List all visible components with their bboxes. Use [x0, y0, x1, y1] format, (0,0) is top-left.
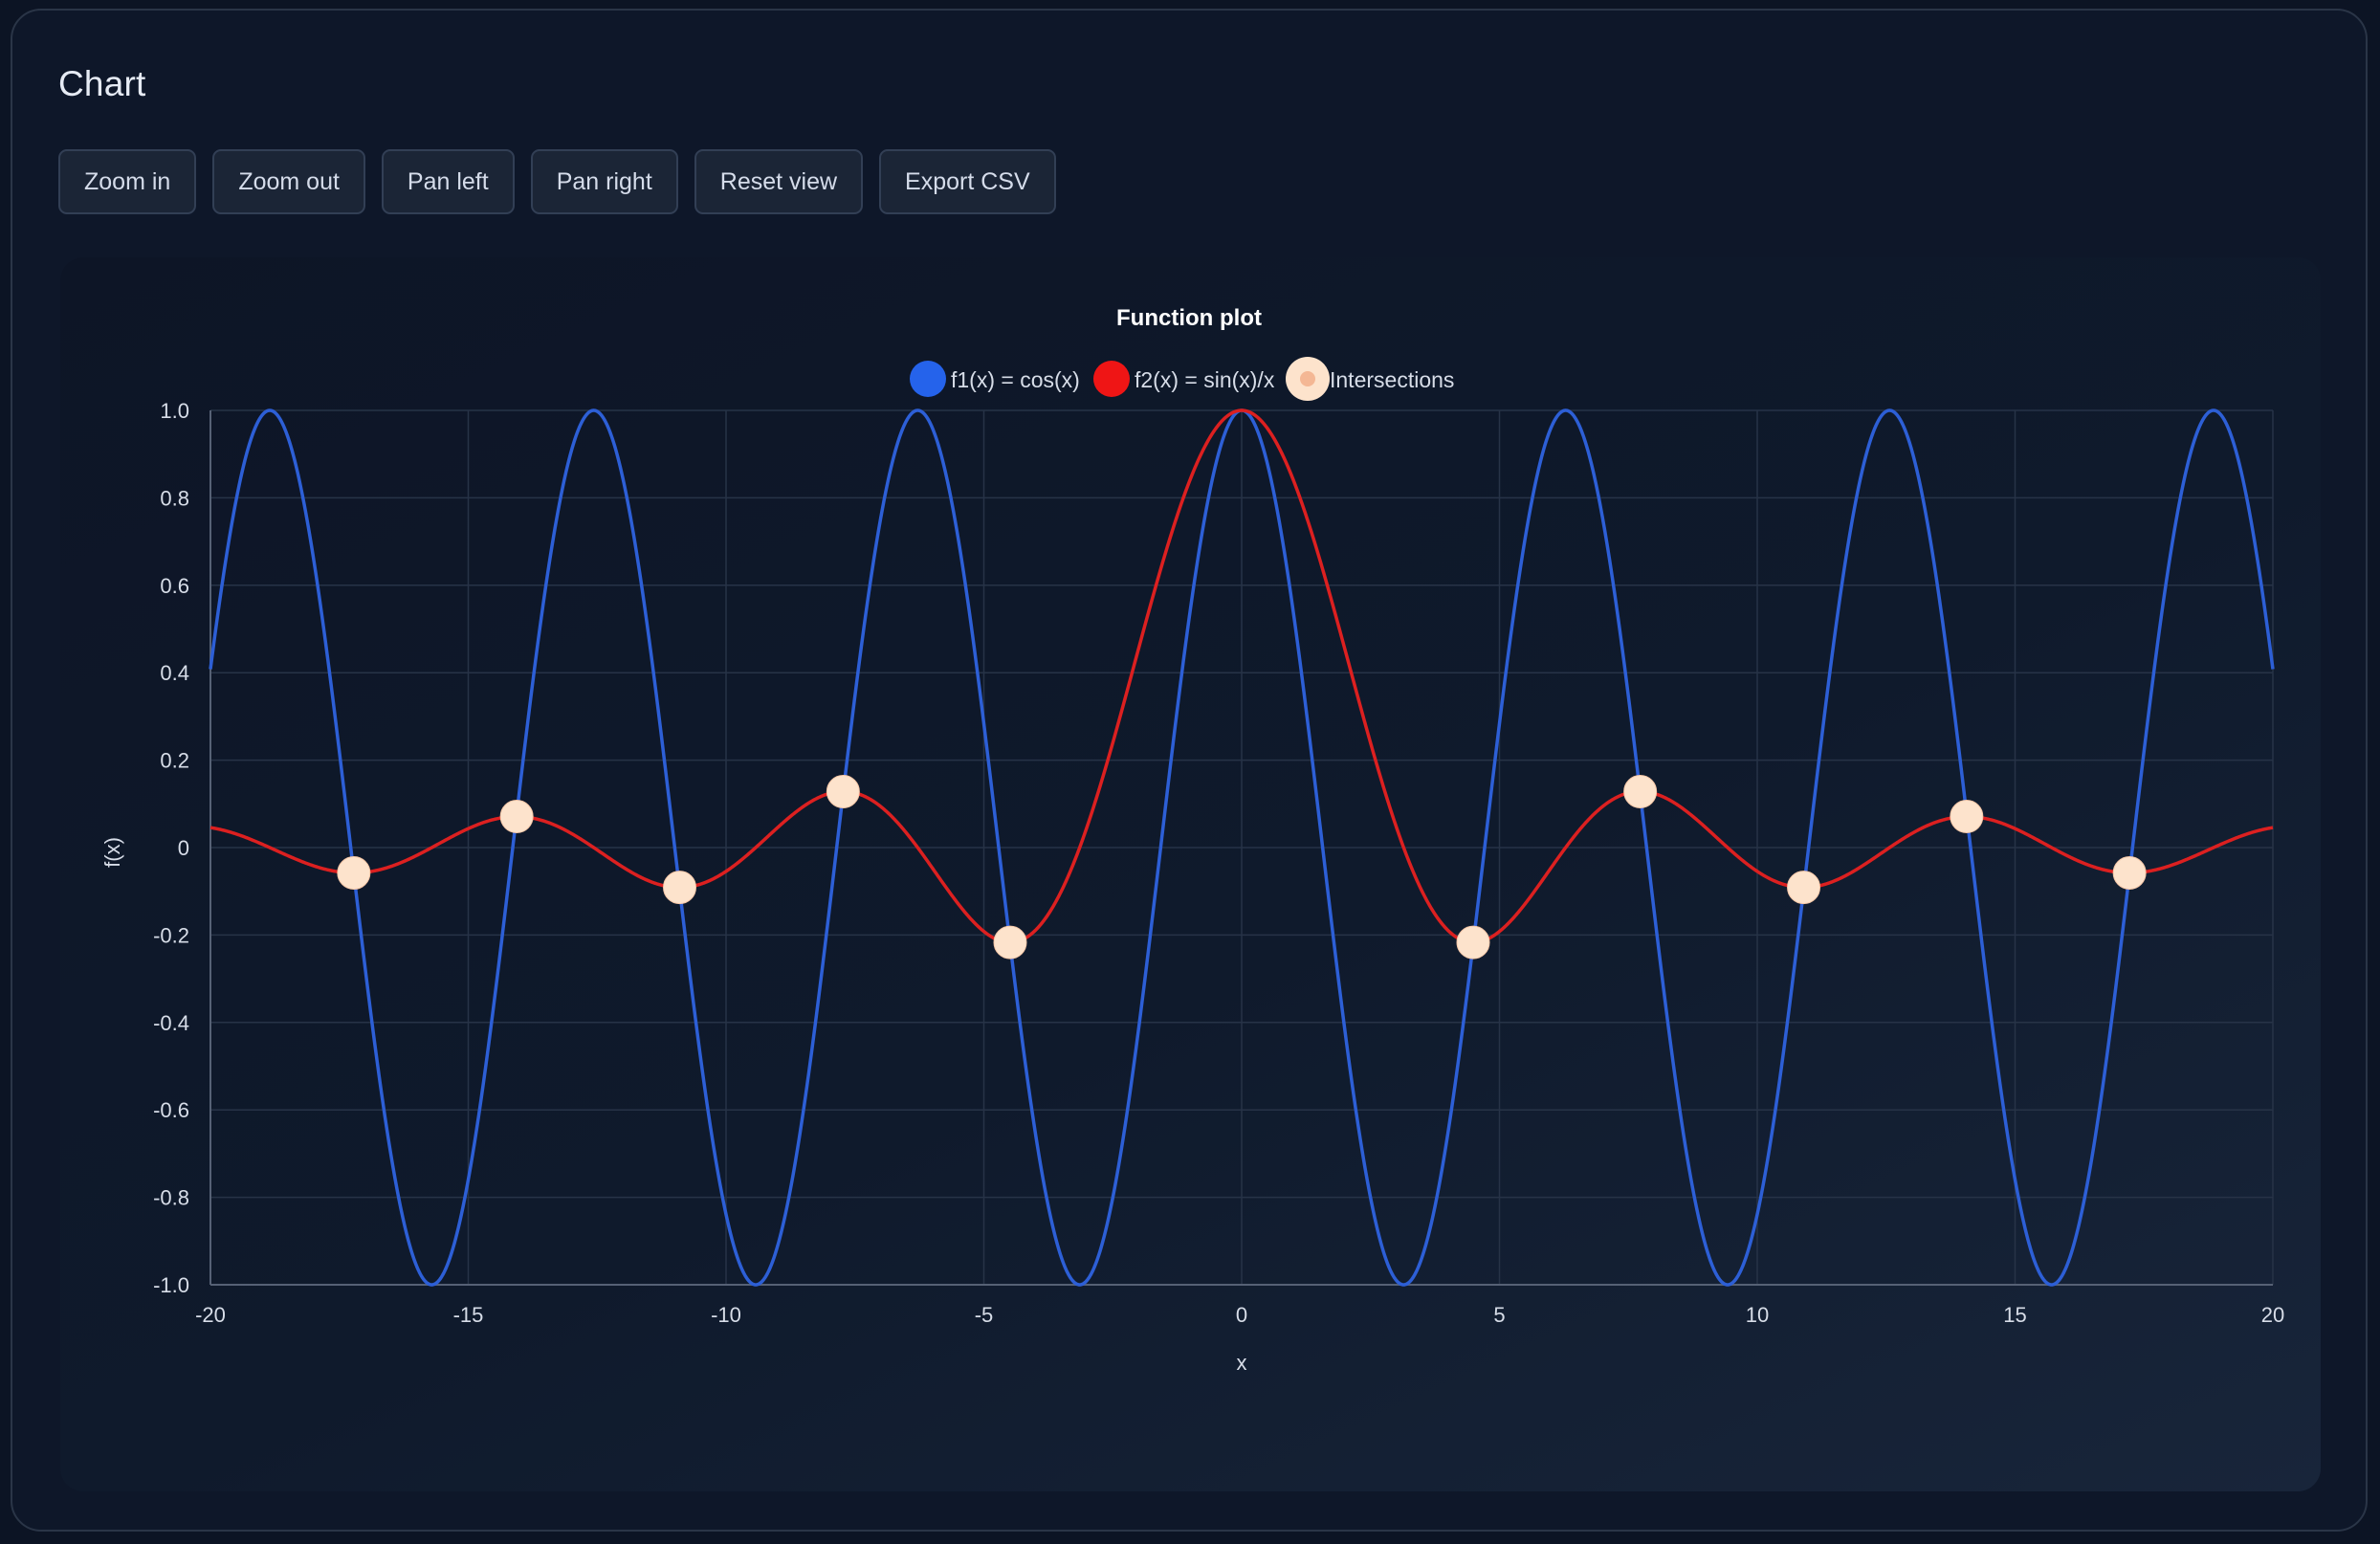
y-tick-label: 0.2	[160, 749, 189, 773]
intersection-point[interactable]	[826, 775, 860, 809]
y-tick-label: -0.4	[153, 1011, 189, 1035]
intersection-point[interactable]	[1456, 925, 1490, 959]
legend-item-f1[interactable]: f1(x) = cos(x)	[910, 361, 1080, 397]
y-tick-label: -0.2	[153, 923, 189, 947]
x-tick-label: -5	[975, 1303, 994, 1327]
x-tick-label: -10	[711, 1303, 741, 1327]
function-plot-chart: Function plot f1(x) = cos(x) f2(x) = sin…	[100, 305, 2284, 1375]
y-tick-label: 0.8	[160, 486, 189, 510]
export-csv-button[interactable]: Export CSV	[879, 149, 1056, 214]
intersection-point[interactable]	[662, 871, 696, 905]
x-tick-label: 15	[2003, 1303, 2026, 1327]
x-tick-label: -15	[453, 1303, 484, 1327]
x-axis-ticks: -20 -15 -10 -5 0 5 10 15 20	[195, 1303, 2284, 1327]
x-tick-label: 5	[1493, 1303, 1505, 1327]
intersection-point[interactable]	[499, 800, 534, 834]
chart-toolbar: Zoom in Zoom out Pan left Pan right Rese…	[58, 149, 1056, 214]
legend-label-f2: f2(x) = sin(x)/x	[1135, 367, 1275, 392]
intersection-point[interactable]	[337, 856, 371, 891]
intersection-point[interactable]	[1950, 800, 1984, 834]
legend-swatch-f1	[910, 361, 946, 397]
y-axis-label: f(x)	[100, 837, 124, 868]
chart-title: Function plot	[1116, 305, 1262, 331]
y-axis-ticks: 1.0 0.8 0.6 0.4 0.2 0 -0.2 -0.4 -0.6 -0.8 -1.0	[153, 399, 189, 1297]
chart-container: Function plot f1(x) = cos(x) f2(x) = sin…	[60, 257, 2321, 1491]
legend-swatch-intersections-dot	[1300, 371, 1315, 386]
x-tick-label: 20	[2261, 1303, 2284, 1327]
intersection-point[interactable]	[1787, 871, 1821, 905]
grid-lines	[209, 409, 2274, 1286]
intersection-point[interactable]	[2112, 856, 2147, 891]
intersection-point[interactable]	[1623, 775, 1658, 809]
y-tick-label: -0.6	[153, 1098, 189, 1122]
legend-item-f2[interactable]: f2(x) = sin(x)/x	[1093, 361, 1275, 397]
x-tick-label: 10	[1746, 1303, 1769, 1327]
x-axis-label: x	[1237, 1351, 1247, 1375]
intersection-point[interactable]	[993, 925, 1027, 959]
y-tick-label: 0.6	[160, 574, 189, 598]
chart-legend: f1(x) = cos(x) f2(x) = sin(x)/x Intersec…	[910, 357, 1454, 401]
zoom-out-button[interactable]: Zoom out	[212, 149, 365, 214]
y-tick-label: 0.4	[160, 661, 189, 685]
legend-label-f1: f1(x) = cos(x)	[951, 367, 1080, 392]
y-tick-label: -0.8	[153, 1186, 189, 1210]
x-tick-label: -20	[195, 1303, 226, 1327]
y-tick-label: 1.0	[160, 399, 189, 423]
reset-view-button[interactable]: Reset view	[694, 149, 864, 214]
pan-right-button[interactable]: Pan right	[530, 149, 678, 214]
legend-label-intersections: Intersections	[1330, 367, 1454, 392]
y-tick-label: -1.0	[153, 1273, 189, 1297]
legend-swatch-f2	[1093, 361, 1130, 397]
x-tick-label: 0	[1236, 1303, 1247, 1327]
legend-item-intersections[interactable]: Intersections	[1286, 357, 1454, 401]
page-title: Chart	[58, 64, 146, 103]
zoom-in-button[interactable]: Zoom in	[58, 149, 197, 214]
chart-panel: Chart Zoom in Zoom out Pan left Pan righ…	[11, 9, 2368, 1532]
y-tick-label: 0	[178, 836, 189, 860]
pan-left-button[interactable]: Pan left	[381, 149, 515, 214]
